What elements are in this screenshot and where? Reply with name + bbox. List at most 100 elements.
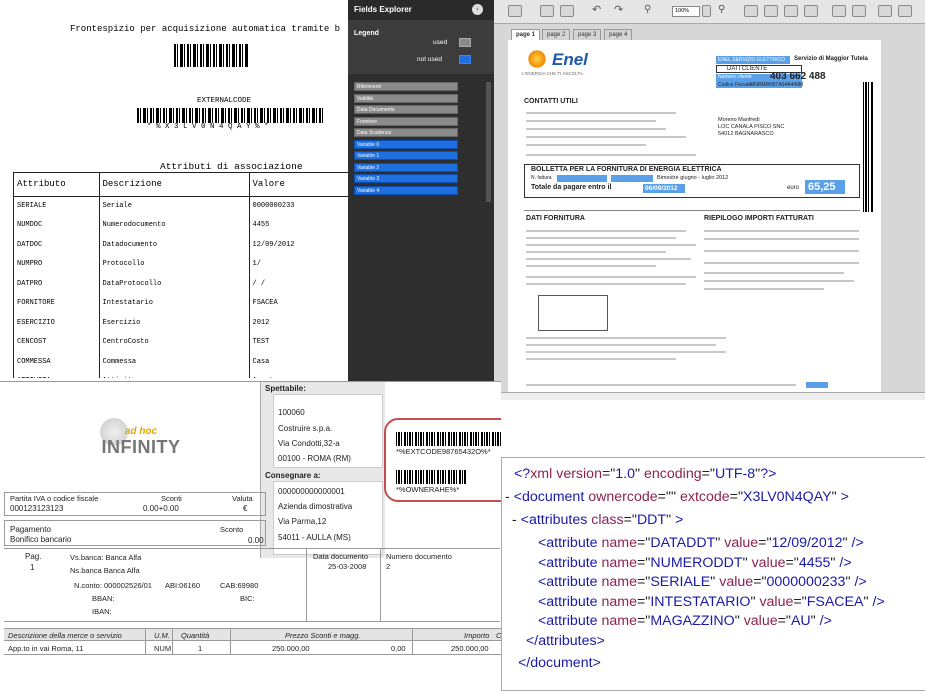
zoom-dropdown-icon[interactable]: [702, 5, 711, 17]
logo-adhoc-text: ad hoc: [124, 426, 158, 437]
cab: CAB:69980: [220, 581, 259, 590]
tab-page-1[interactable]: page 1: [511, 29, 541, 40]
description-cell: Intestatario: [99, 293, 250, 313]
zoom-out-icon[interactable]: ⚲: [644, 5, 658, 17]
bill-date-highlight[interactable]: [611, 175, 653, 182]
xml-attribute-line: <attribute name="DATADDT" value="12/09/2…: [538, 535, 864, 551]
collapse-toggle-icon[interactable]: -: [512, 512, 521, 528]
zoom-in-icon[interactable]: ⚲: [718, 5, 732, 17]
bank2: Ns.banca Banca Alfa: [70, 566, 140, 575]
attribute-cell: NUMDOC: [14, 215, 100, 235]
col-amount: Importo: [464, 631, 490, 640]
fields-explorer: Fields Explorer ‹ Legend used not used R…: [348, 0, 494, 400]
cover-sheet-panel: Frontespizio per acquisizione automatica…: [0, 0, 352, 378]
bill-service-box[interactable]: ENEL SERVIZIO ELETTRICO: [716, 56, 790, 64]
description-cell: Attivita: [99, 371, 250, 378]
bill-client-number-label: Numero cliente: [718, 74, 752, 80]
bill-footer-highlight[interactable]: [806, 382, 828, 388]
collapse-toggle-icon[interactable]: -: [505, 489, 514, 505]
save-icon[interactable]: [508, 5, 522, 17]
value-cell: 12/09/2012: [252, 240, 295, 249]
field-item[interactable]: Variable 3: [354, 174, 458, 183]
tab-page-4[interactable]: page 4: [604, 29, 633, 40]
discount-value: 0.00: [248, 536, 264, 545]
xml-version: 1.0: [615, 466, 636, 482]
payment-label: Pagamento: [10, 525, 51, 534]
table-row: NUMDOC Numerodocumento 4455: [14, 215, 351, 235]
next-page-icon[interactable]: [898, 5, 912, 17]
xml-attribute-line: <attribute name="INTESTATARIO" value="FS…: [538, 593, 885, 610]
xml-panel: <?xml version="1.0" encoding="UTF-8"?> -…: [501, 457, 925, 691]
rotate-left-icon[interactable]: [832, 5, 846, 17]
undo-icon[interactable]: ↶: [592, 5, 606, 17]
doc-date-label: Data documento: [313, 552, 369, 561]
attribute-cell: ATTIVITA: [14, 371, 100, 378]
bill-currency: euro: [787, 185, 800, 191]
xml-attr-name: SERIALE: [650, 574, 711, 591]
preview-icon[interactable]: [560, 5, 574, 17]
field-item[interactable]: Variable 1: [354, 151, 458, 160]
description-cell: Seriale: [99, 196, 250, 216]
attribute-cell: SERIALE: [14, 196, 100, 216]
bill-number-highlight[interactable]: [557, 175, 607, 182]
tab-page-3[interactable]: page 3: [573, 29, 602, 40]
bill-brand: Enel: [552, 50, 588, 69]
zoom-select[interactable]: 100%: [672, 6, 700, 17]
description-cell: Numerodocumento: [99, 215, 250, 235]
redo-icon[interactable]: ↷: [614, 5, 628, 17]
delivery-box: Consegnare a: 000000000000001 Azienda di…: [260, 468, 385, 558]
bill-fiscal-label: Codice Fiscale:: [718, 82, 753, 88]
external-code-value: * % X 3 L V 0 N 4 Q A Y % *: [147, 123, 269, 131]
value-cell: Armatura: [249, 372, 351, 378]
owner-barcode-text: *%OWNERAHE%*: [396, 485, 460, 494]
field-item[interactable]: Validità: [354, 93, 458, 103]
xml-attr-value: 0000000233: [766, 574, 846, 591]
vat-value: 000123123123: [10, 504, 64, 513]
bill-service-title: Servizio di Maggior Tutela: [794, 56, 868, 62]
rotate-right-icon[interactable]: [852, 5, 866, 17]
field-item[interactable]: Variable 2: [354, 162, 458, 172]
field-item[interactable]: Variable 0: [354, 139, 458, 149]
field-item[interactable]: Riferimenti: [354, 82, 458, 91]
field-item[interactable]: Fornitore: [354, 116, 458, 126]
two-page-icon[interactable]: [804, 5, 818, 17]
bill-summary-heading: RIEPILOGO IMPORTI FATTURATI: [704, 215, 814, 222]
xml-attribute-line: <attribute name="SERIALE" value="0000000…: [538, 574, 867, 591]
currency-value: €: [243, 504, 248, 513]
field-item[interactable]: Variable 4: [354, 185, 458, 195]
fields-scrollbar[interactable]: [486, 82, 491, 202]
field-item[interactable]: Data Scadenza: [354, 128, 458, 137]
viewer-panel: Fields Explorer ‹ Legend used not used R…: [348, 0, 925, 400]
print-icon[interactable]: [540, 5, 554, 17]
bill-customer-addr2: 54012 BAGNARASCO: [718, 131, 774, 137]
bill-customer-addr1: LOC CANALA PISCO SNC: [718, 124, 785, 130]
abi: ABI:06160: [165, 581, 201, 590]
table-row: DATPRO DataProtocollo / /: [14, 274, 351, 294]
fields-list: Riferimenti Validità Data Documento Fornito…: [348, 74, 494, 400]
tab-page-2[interactable]: page 2: [542, 29, 571, 40]
bill-heading: BOLLETTA PER LA FORNITURA DI ENERGIA ELE…: [531, 166, 722, 173]
fit-page-icon[interactable]: [744, 5, 758, 17]
fit-width-icon[interactable]: [764, 5, 778, 17]
single-page-icon[interactable]: [784, 5, 798, 17]
row-price: 250.000,00: [272, 644, 310, 653]
delivery-line-0: 000000000000001: [278, 487, 345, 496]
xml-attr-value: 12/09/2012: [771, 535, 843, 551]
delivery-line-1: Azienda dimostrativa: [278, 502, 353, 511]
doc-number: 2: [386, 562, 391, 571]
recipient-line-2: Via Condotti,32-a: [278, 439, 340, 448]
col-descrizione: Descrizione: [99, 173, 250, 196]
attribute-cell: ESERCIZIO: [14, 313, 100, 333]
row-um: NUM: [154, 644, 172, 653]
bill-total-amount[interactable]: 65,25: [805, 180, 845, 194]
bill-total-date[interactable]: 06/09/2012: [643, 184, 685, 193]
bill-mini-table: [538, 295, 608, 331]
attribute-cell: CENCOST: [14, 332, 100, 352]
xml-attributes-open: - <attributes class="DDT" >: [512, 512, 684, 528]
field-item[interactable]: Data Documento: [354, 105, 458, 114]
first-page-icon[interactable]: [878, 5, 892, 17]
collapse-icon[interactable]: ‹: [472, 4, 483, 15]
value-cell: 4455: [252, 221, 270, 230]
page-value: 1: [30, 563, 35, 572]
account: N.conto: 000002526/01: [74, 581, 152, 590]
